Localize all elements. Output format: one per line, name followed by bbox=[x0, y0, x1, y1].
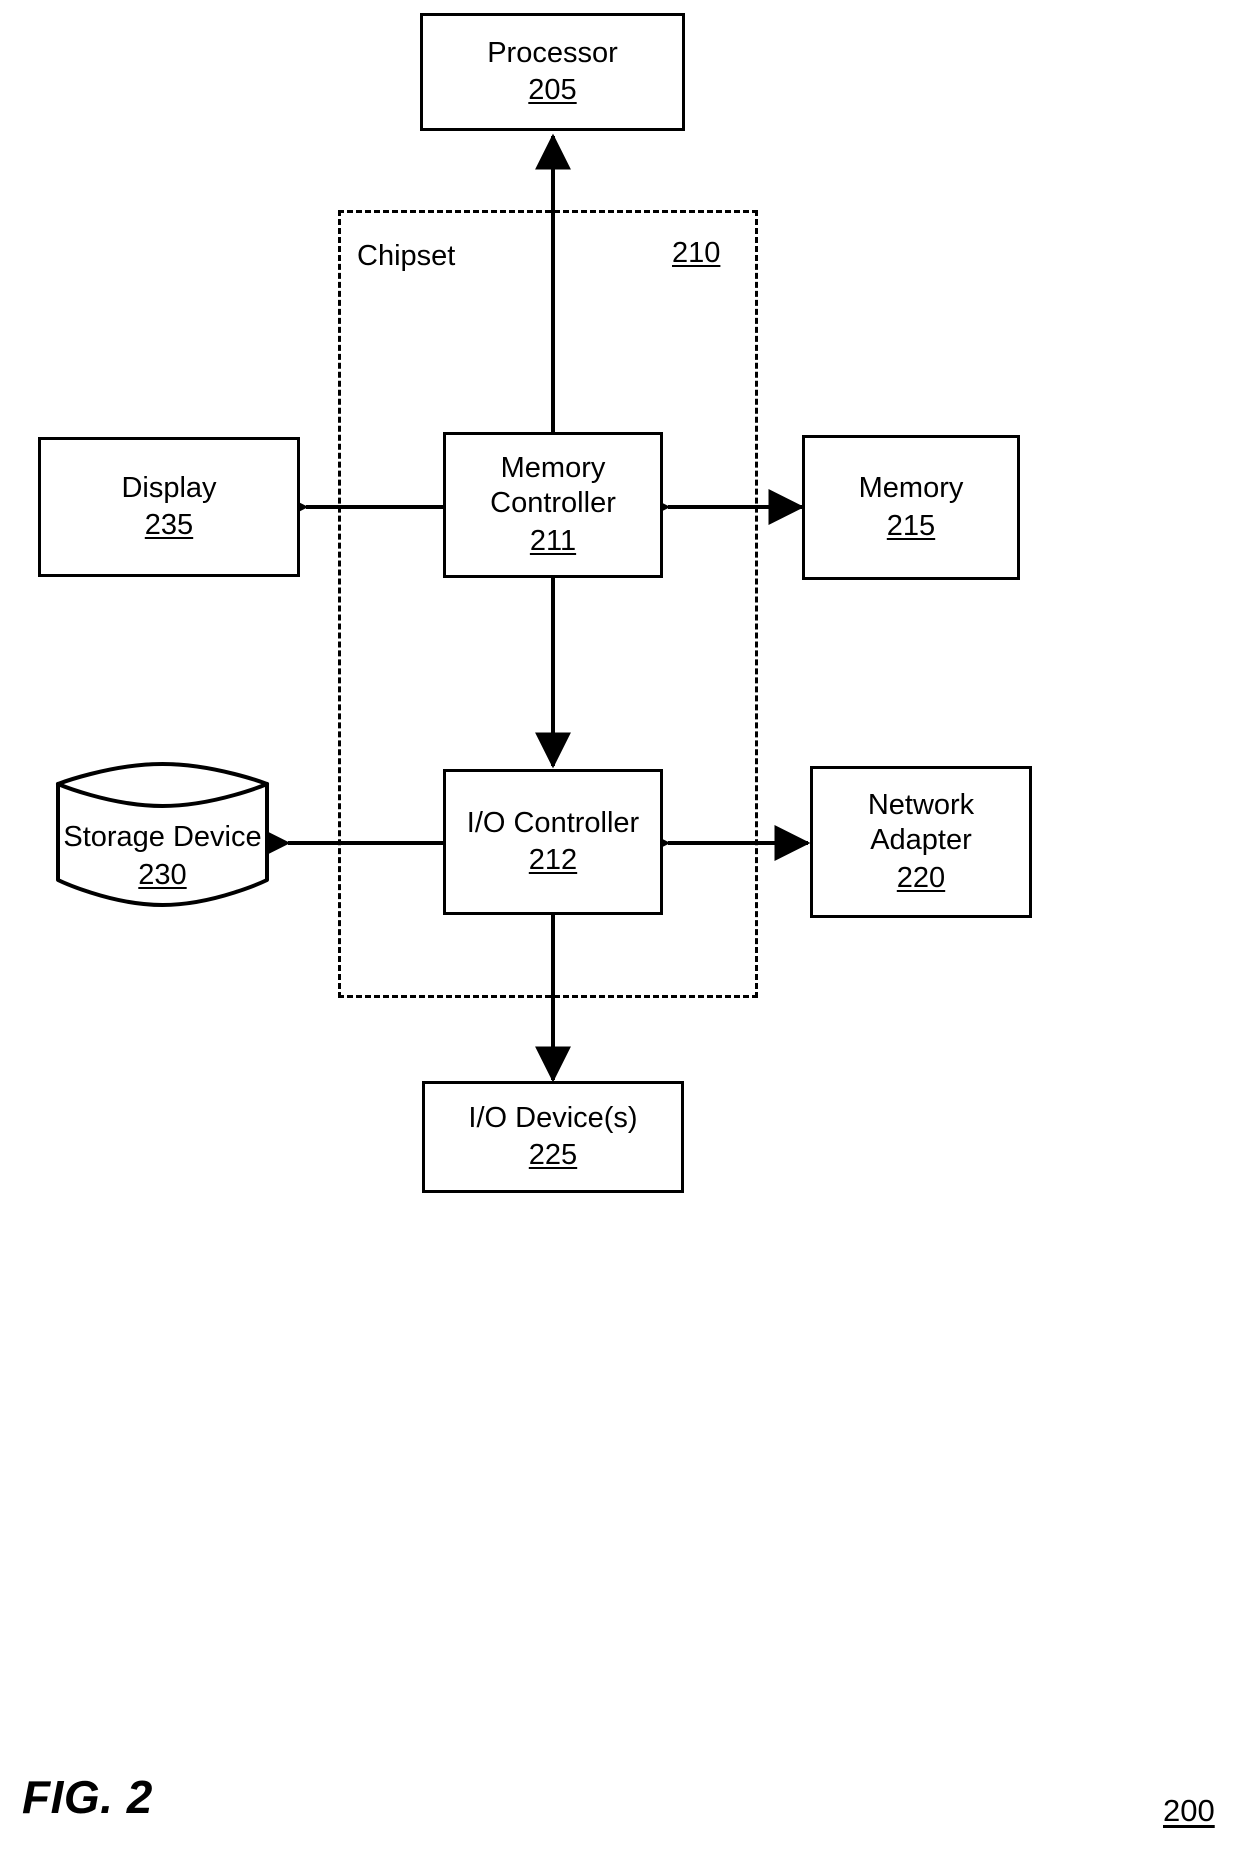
chipset-reference-numeral: 210 bbox=[672, 237, 721, 269]
node-memory-controller-label: Memory Controller bbox=[490, 451, 616, 520]
chipset-label: Chipset bbox=[357, 240, 456, 272]
node-io-controller-reference-numeral: 212 bbox=[528, 844, 578, 876]
node-memory-reference-numeral: 215 bbox=[886, 509, 936, 542]
node-memory-label: Memory bbox=[858, 472, 964, 505]
node-io-devices-reference-numeral: 225 bbox=[528, 1139, 578, 1171]
figure-caption: FIG. 2 bbox=[22, 1771, 153, 1823]
figure-canvas: Chipset 210 Processor 205 Memory Control… bbox=[0, 0, 1240, 1862]
node-network-adapter-reference-numeral: 220 bbox=[896, 861, 946, 894]
node-network-adapter-label: Network Adapter bbox=[867, 788, 975, 857]
node-io-controller[interactable]: I/O Controller 212 bbox=[443, 769, 663, 915]
node-storage-device-reference-numeral: 230 bbox=[138, 859, 187, 891]
node-memory-controller[interactable]: Memory Controller 211 bbox=[443, 432, 663, 578]
node-processor-reference-numeral: 205 bbox=[528, 74, 577, 106]
node-memory[interactable]: Memory 215 bbox=[802, 435, 1020, 580]
node-storage-device-label: Storage Device bbox=[63, 821, 262, 853]
node-processor-label: Processor bbox=[487, 36, 618, 69]
node-io-controller-label: I/O Controller bbox=[466, 806, 640, 839]
node-network-adapter[interactable]: Network Adapter 220 bbox=[810, 766, 1032, 918]
node-io-devices-label: I/O Device(s) bbox=[468, 1101, 638, 1134]
figure-reference-numeral: 200 bbox=[1163, 1793, 1215, 1828]
node-io-devices[interactable]: I/O Device(s) 225 bbox=[422, 1081, 684, 1193]
node-memory-controller-reference-numeral: 211 bbox=[529, 524, 577, 557]
node-processor[interactable]: Processor 205 bbox=[420, 13, 685, 131]
node-display-label: Display bbox=[121, 471, 217, 504]
node-display-reference-numeral: 235 bbox=[144, 509, 194, 541]
node-display[interactable]: Display 235 bbox=[38, 437, 300, 577]
node-storage-device[interactable]: Storage Device 230 bbox=[40, 760, 285, 910]
